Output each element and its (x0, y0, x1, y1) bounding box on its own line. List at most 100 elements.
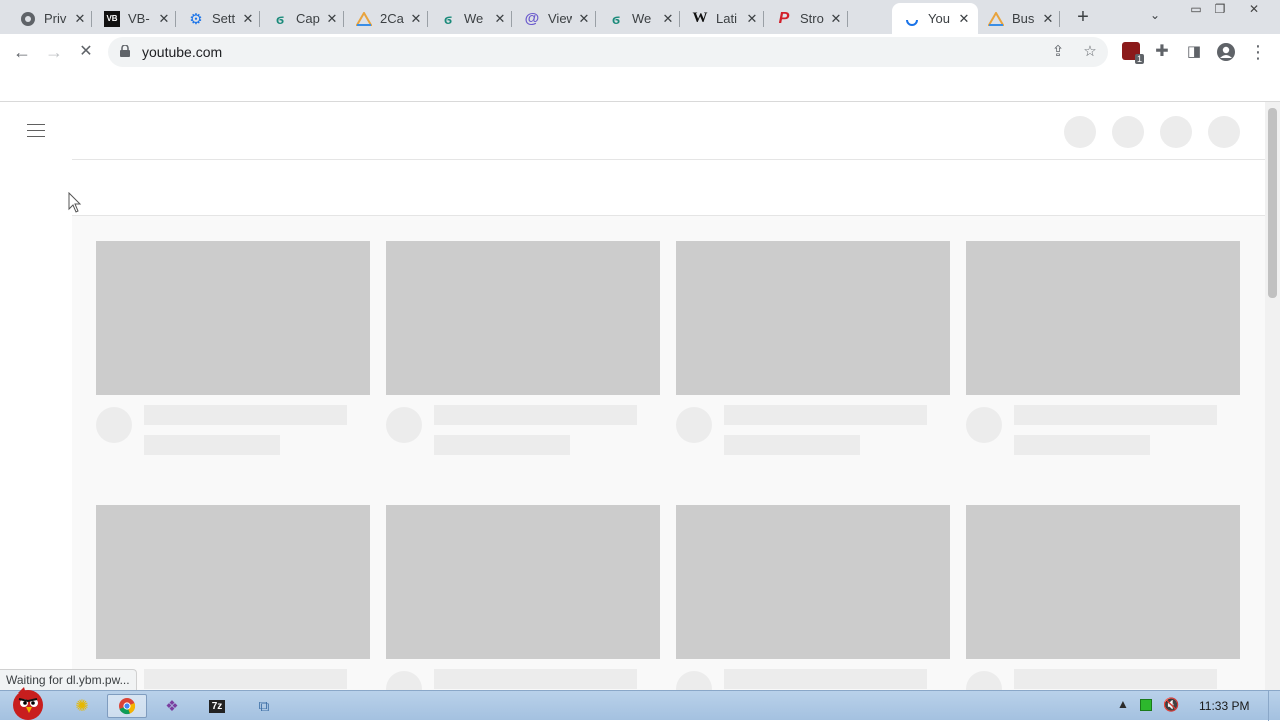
avatar-placeholder (966, 407, 1002, 443)
hamburger-menu-icon[interactable] (27, 124, 45, 138)
browser-tab[interactable]: @ View ✕ (512, 3, 596, 34)
new-tab-button[interactable]: + (1071, 6, 1095, 30)
browser-toolbar: ← → ✕ youtube.com ⇪ ☆ 1 ✚ ◨ ⋮ (0, 34, 1280, 70)
restore-icon[interactable]: ❐ (1208, 0, 1232, 20)
browser-tab[interactable]: ϭ We ✕ (428, 3, 512, 34)
tab-separator (847, 11, 848, 27)
title-placeholder (1014, 669, 1217, 689)
tab-close-icon[interactable]: ✕ (956, 11, 972, 27)
extensions-puzzle-icon[interactable]: ✚ (1150, 40, 1174, 64)
tab-close-icon[interactable]: ✕ (324, 11, 340, 27)
tab-close-icon[interactable]: ✕ (828, 11, 844, 27)
taskbar-clock[interactable]: 11:33 PM (1199, 699, 1249, 713)
browser-tab[interactable]: Priv ✕ (8, 3, 92, 34)
bookmark-star-icon[interactable]: ☆ (1080, 42, 1100, 60)
side-panel-icon[interactable]: ◨ (1182, 40, 1206, 64)
thumbnail-placeholder (96, 241, 370, 395)
title-placeholder (434, 405, 637, 425)
title-placeholder (434, 669, 637, 689)
thumbnail-placeholder (96, 505, 370, 659)
skeleton-circle (1160, 116, 1192, 148)
extension-shield-icon[interactable]: 1 (1122, 42, 1144, 64)
tab-close-icon[interactable]: ✕ (156, 11, 172, 27)
tab-close-icon[interactable]: ✕ (408, 11, 424, 27)
windows-taskbar: ✺ ❖ 7z ⧉ ▲ 🔇 11:33 PM (0, 687, 1280, 721)
show-desktop-button[interactable] (1268, 691, 1280, 721)
tab-title: We (632, 11, 652, 26)
meta-placeholder (434, 435, 570, 455)
taskbar-remote-desktop-icon[interactable]: ⧉ (244, 694, 284, 718)
video-card-skeleton (966, 505, 1240, 719)
browser-tab[interactable]: VB VB- ✕ (92, 3, 176, 34)
window-close-icon[interactable]: ✕ (1242, 0, 1266, 20)
meta-placeholder (724, 435, 860, 455)
tab-close-icon[interactable]: ✕ (660, 11, 676, 27)
tab-title: Lati (716, 11, 737, 26)
tab-title: We (464, 11, 484, 26)
spiral-icon: ϭ (443, 10, 453, 27)
browser-tab[interactable]: ϭ We ✕ (596, 3, 680, 34)
meta-placeholder (144, 435, 280, 455)
video-card-skeleton (966, 241, 1240, 455)
thumbnail-placeholder (676, 505, 950, 659)
scrollbar-thumb[interactable] (1268, 108, 1277, 298)
tray-network-icon[interactable] (1140, 699, 1152, 711)
thumbnail-placeholder (386, 241, 660, 395)
stop-loading-icon[interactable]: ✕ (74, 40, 98, 64)
browser-tab[interactable]: P Stro ✕ (764, 3, 848, 34)
taskbar-7zip-icon[interactable]: 7z (197, 694, 237, 718)
page-scrollbar[interactable] (1265, 102, 1280, 690)
lock-icon (120, 45, 130, 57)
at-icon: @ (524, 10, 540, 27)
tray-volume-muted-icon[interactable]: 🔇 (1163, 697, 1179, 713)
tab-title: You (928, 11, 950, 26)
video-card-skeleton (96, 241, 370, 455)
browser-tab-active[interactable]: You ✕ (892, 3, 978, 34)
wikipedia-icon: W (692, 10, 708, 26)
forward-arrow-icon[interactable]: → (42, 40, 66, 64)
tray-expand-icon[interactable]: ▲ (1117, 697, 1129, 711)
tab-close-icon[interactable]: ✕ (492, 11, 508, 27)
taskbar-chrome-icon[interactable] (107, 694, 147, 718)
video-card-skeleton (386, 505, 660, 719)
tab-close-icon[interactable]: ✕ (1040, 11, 1056, 27)
tab-search-chevron-icon[interactable]: ⌄ (1150, 8, 1160, 22)
start-button-bird-icon[interactable] (4, 683, 50, 721)
thumbnail-placeholder (386, 505, 660, 659)
thumbnail-placeholder (966, 505, 1240, 659)
gear-icon: ⚙ (189, 10, 203, 28)
extension-badge-count: 1 (1134, 54, 1144, 64)
minimize-icon[interactable]: ▭ (1184, 0, 1208, 20)
tab-strip: Priv ✕ VB VB- ✕ ⚙ Sett ✕ ϭ Cap ✕ 2Ca ✕ ϭ… (0, 0, 1280, 34)
browser-tab[interactable]: Bus ✕ (976, 3, 1060, 34)
mouse-cursor-icon (68, 192, 82, 213)
browser-tab[interactable]: ⚙ Sett ✕ (176, 3, 260, 34)
tab-close-icon[interactable]: ✕ (72, 11, 88, 27)
thumbnail-placeholder (966, 241, 1240, 395)
taskbar-explorer-icon[interactable]: ✺ (62, 694, 102, 718)
profile-avatar-icon[interactable] (1214, 40, 1238, 64)
taskbar-app-icon[interactable]: ❖ (152, 694, 192, 718)
masthead-divider (72, 159, 1265, 160)
tab-title: View (548, 11, 572, 26)
url-text[interactable]: youtube.com (142, 44, 222, 60)
title-placeholder (144, 669, 347, 689)
menu-kebab-icon[interactable]: ⋮ (1246, 40, 1270, 64)
tab-close-icon[interactable]: ✕ (576, 11, 592, 27)
browser-tab[interactable]: 2Ca ✕ (344, 3, 428, 34)
title-placeholder (724, 669, 927, 689)
tab-close-icon[interactable]: ✕ (744, 11, 760, 27)
title-placeholder (1014, 405, 1217, 425)
browser-tab[interactable]: ϭ Cap ✕ (260, 3, 344, 34)
avatar-placeholder (676, 407, 712, 443)
title-placeholder (144, 405, 347, 425)
tab-close-icon[interactable]: ✕ (240, 11, 256, 27)
video-card-skeleton (676, 241, 950, 455)
address-bar[interactable]: youtube.com ⇪ ☆ (108, 37, 1108, 67)
share-icon[interactable]: ⇪ (1048, 42, 1068, 60)
spiral-icon: ϭ (275, 10, 285, 27)
video-card-skeleton (96, 505, 370, 719)
browser-tab[interactable]: W Lati ✕ (680, 3, 764, 34)
back-arrow-icon[interactable]: ← (10, 40, 34, 64)
drive-icon (356, 11, 372, 27)
